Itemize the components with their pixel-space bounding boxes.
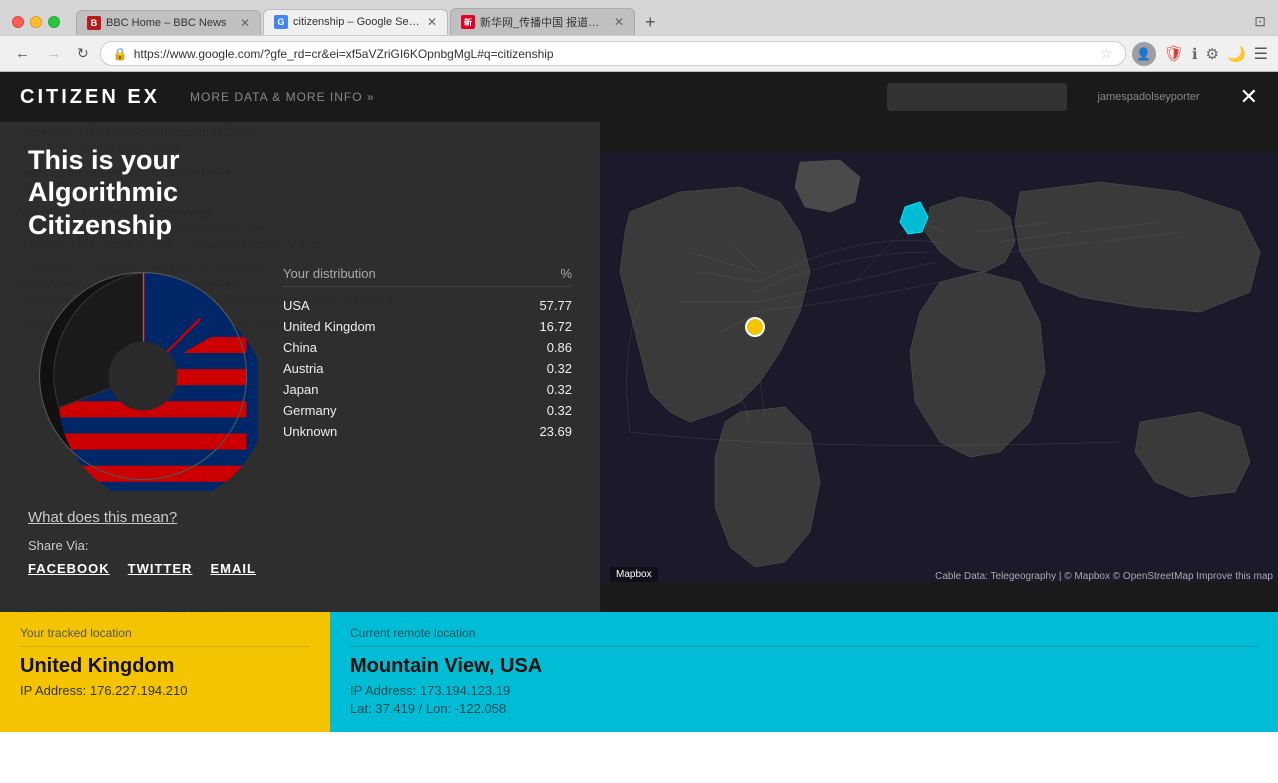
remote-location-label: Current remote location: [350, 626, 1258, 647]
cx-username: jamespadolseyporter: [1097, 91, 1199, 103]
cx-left-panel: This is your Algorithmic Citizenship: [0, 122, 600, 612]
tab-label-1: BBC Home – BBC News: [106, 17, 235, 29]
citizenship-pie-chart: [28, 261, 258, 491]
distribution-row: Unknown23.69: [283, 421, 572, 442]
tab-close-3[interactable]: ✕: [614, 15, 624, 29]
remote-city: Mountain View, USA: [350, 655, 1258, 678]
tracked-country: United Kingdom: [20, 655, 310, 678]
share-twitter[interactable]: TWITTER: [128, 561, 193, 576]
info-icon[interactable]: ℹ: [1192, 45, 1198, 63]
reload-button[interactable]: ↻: [72, 43, 94, 64]
cx-map-panel: Mapbox Cable Data: Telegeography | © Map…: [600, 122, 1278, 612]
citex-icon[interactable]: ⚙: [1206, 45, 1219, 63]
distribution-col-header: Your distribution: [283, 266, 376, 281]
tab-close-2[interactable]: ✕: [427, 15, 437, 29]
cx-more-info[interactable]: MORE DATA & MORE INFO »: [190, 90, 375, 104]
forward-button: →: [41, 43, 66, 64]
tab-close-1[interactable]: ✕: [240, 16, 250, 30]
tracked-ip: IP Address: 176.227.194.210: [20, 683, 310, 698]
distribution-row: Japan0.32: [283, 379, 572, 400]
traffic-light-yellow[interactable]: [30, 16, 42, 28]
profile-icon[interactable]: 👤: [1132, 42, 1156, 66]
cx-close-button[interactable]: ✕: [1240, 84, 1258, 110]
adblock-icon[interactable]: 🛡: [1164, 44, 1184, 64]
bookmark-icon[interactable]: ☆: [1100, 45, 1113, 62]
new-tab-button[interactable]: +: [637, 10, 664, 35]
share-facebook[interactable]: FACEBOOK: [28, 561, 110, 576]
cx-title: This is your Algorithmic Citizenship: [28, 144, 308, 241]
address-bar-url[interactable]: https://www.google.com/?gfe_rd=cr&ei=xf5…: [134, 47, 1094, 61]
browser-tab-2[interactable]: G citizenship – Google Searc… ✕: [263, 9, 448, 35]
distribution-row: Austria0.32: [283, 358, 572, 379]
tab-label-2: citizenship – Google Searc…: [293, 16, 422, 28]
cx-meaning-label[interactable]: What does this mean?: [28, 509, 572, 526]
percent-col-header: %: [560, 266, 572, 281]
map-cable-credit: Cable Data: Telegeography | © Mapbox © O…: [935, 571, 1273, 582]
back-button[interactable]: ←: [10, 43, 35, 64]
distribution-row: USA57.77: [283, 295, 572, 316]
distribution-row: United Kingdom16.72: [283, 316, 572, 337]
traffic-light-green[interactable]: [48, 16, 60, 28]
cx-logo: CITIZEN EX: [20, 86, 160, 109]
distribution-row: Germany0.32: [283, 400, 572, 421]
tracked-location-panel: Your tracked location United Kingdom IP …: [0, 612, 330, 732]
menu-icon[interactable]: ☰: [1254, 44, 1268, 64]
share-email[interactable]: EMAIL: [210, 561, 255, 576]
moon-icon[interactable]: 🌙: [1227, 45, 1246, 63]
browser-tab-1[interactable]: B BBC Home – BBC News ✕: [76, 10, 261, 35]
tracked-location-label: Your tracked location: [20, 626, 310, 647]
cx-share-label: Share Via:: [28, 538, 572, 553]
ssl-lock-icon: 🔒: [113, 47, 128, 61]
cx-header: CITIZEN EX MORE DATA & MORE INFO » james…: [0, 72, 1278, 122]
mapbox-credit: Mapbox: [610, 567, 658, 582]
tab-label-3: 新华网_传播中国 报道世界: [480, 14, 609, 30]
distribution-row: China0.86: [283, 337, 572, 358]
remote-location-panel: Current remote location Mountain View, U…: [330, 612, 1278, 732]
window-resize-button[interactable]: ⊡: [1254, 13, 1266, 30]
remote-ip: IP Address: 173.194.123.19: [350, 683, 1258, 698]
browser-tab-3[interactable]: 新 新华网_传播中国 报道世界 ✕: [450, 8, 635, 35]
world-map-svg: [600, 122, 1278, 612]
traffic-light-red[interactable]: [12, 16, 24, 28]
cx-distribution-table: Your distribution % USA57.77United Kingd…: [283, 261, 572, 442]
remote-latlon: Lat: 37.419 / Lon: -122.058: [350, 701, 1258, 716]
